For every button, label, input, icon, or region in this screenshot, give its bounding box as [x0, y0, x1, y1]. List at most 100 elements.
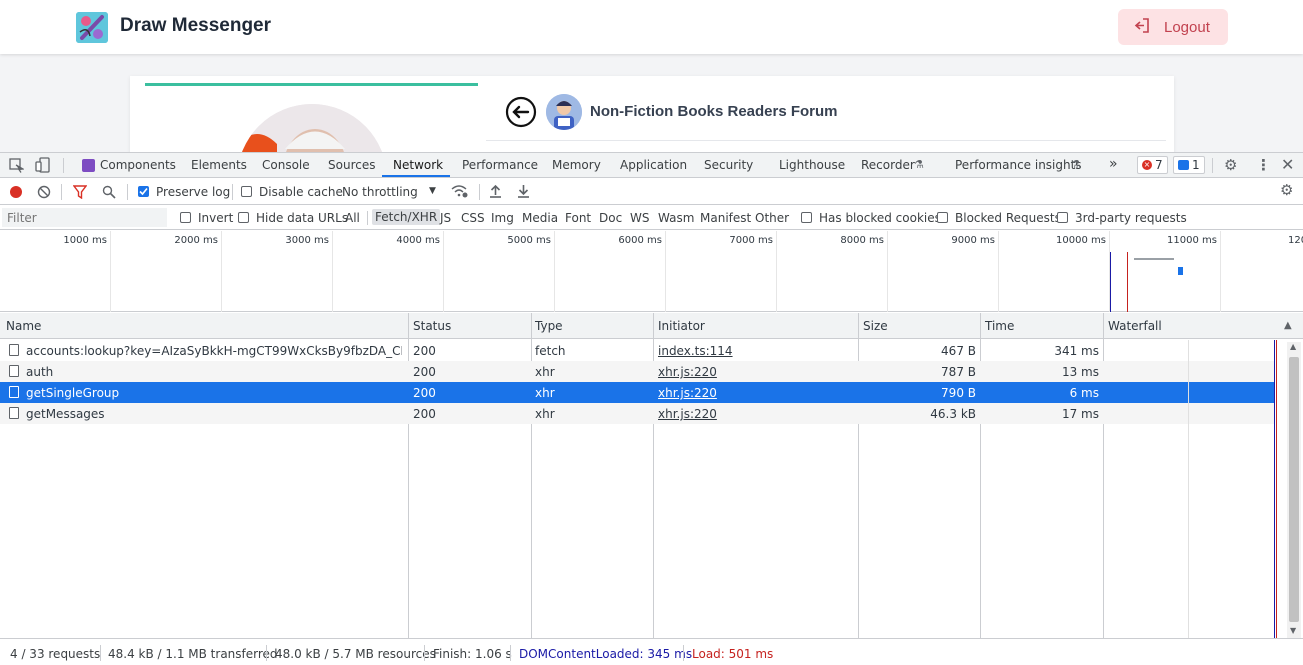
timeline-tick-label: 9000 ms: [951, 235, 995, 246]
type-filter-css[interactable]: CSS: [461, 211, 485, 225]
scroll-up-icon[interactable]: ▲: [1290, 342, 1296, 351]
type-filter-fetch-xhr[interactable]: Fetch/XHR: [372, 209, 441, 225]
close-devtools-icon[interactable]: ✕: [1281, 155, 1294, 174]
logout-button[interactable]: Logout: [1118, 9, 1228, 45]
tab-memory[interactable]: Memory: [552, 158, 601, 172]
more-options-icon[interactable]: ⋮: [1256, 156, 1271, 174]
table-row[interactable]: getSingleGroup 200 xhr xhr.js:220 790 B 6 ms: [0, 382, 1275, 403]
network-conditions-icon[interactable]: [451, 183, 469, 202]
column-type[interactable]: Type: [535, 319, 563, 333]
transferred-size: 48.4 kB / 1.1 MB transferred: [108, 647, 278, 661]
profile-panel: [145, 83, 478, 153]
type-filter-ws[interactable]: WS: [630, 211, 649, 225]
column-status[interactable]: Status: [413, 319, 451, 333]
network-settings-gear-icon[interactable]: ⚙: [1280, 181, 1293, 199]
blocked-requests-checkbox[interactable]: [937, 212, 948, 223]
filter-input[interactable]: [2, 208, 167, 227]
scroll-down-icon[interactable]: ▼: [1290, 626, 1296, 635]
timeline-tick-label: 3000 ms: [285, 235, 329, 246]
type-filter-js[interactable]: JS: [440, 211, 451, 225]
network-status-bar: 4 / 33 requests 48.4 kB / 1.1 MB transfe…: [0, 638, 1303, 665]
error-icon: ×: [1142, 160, 1152, 170]
back-arrow-icon[interactable]: [505, 96, 537, 128]
column-waterfall[interactable]: Waterfall: [1108, 319, 1162, 333]
logout-icon: [1134, 17, 1150, 38]
timeline-gridline: [887, 231, 888, 312]
table-row[interactable]: accounts:lookup?key=AIzaSyBkkH-mgCT99WxC…: [0, 340, 1275, 361]
disable-cache-label: Disable cache: [259, 185, 343, 199]
export-har-icon[interactable]: [517, 184, 530, 201]
hide-data-urls-checkbox[interactable]: [238, 212, 249, 223]
tab-lighthouse[interactable]: Lighthouse: [779, 158, 845, 172]
requests-scrollbar[interactable]: ▲ ▼: [1287, 342, 1301, 638]
device-toolbar-icon[interactable]: [35, 157, 50, 176]
timeline-gridline: [998, 231, 999, 312]
record-icon[interactable]: [10, 186, 22, 198]
type-filter-other[interactable]: Other: [755, 211, 789, 225]
tab-network[interactable]: Network: [393, 158, 443, 172]
filter-funnel-icon[interactable]: [72, 185, 88, 202]
throttling-select[interactable]: No throttling: [342, 185, 418, 199]
more-tabs-icon[interactable]: »: [1109, 156, 1118, 172]
request-initiator[interactable]: xhr.js:220: [658, 407, 848, 421]
network-overview-timeline[interactable]: 1000 ms 2000 ms 3000 ms 4000 ms 5000 ms 6000 …: [0, 231, 1303, 312]
column-size[interactable]: Size: [863, 319, 888, 333]
type-filter-img[interactable]: Img: [491, 211, 514, 225]
tab-security[interactable]: Security: [704, 158, 753, 172]
settings-gear-icon[interactable]: ⚙: [1224, 156, 1237, 174]
type-filter-doc[interactable]: Doc: [599, 211, 622, 225]
app-logo[interactable]: [76, 12, 108, 43]
tab-performance-insights[interactable]: Performance insights: [955, 158, 1082, 172]
request-type-icon: [9, 386, 19, 398]
tab-elements[interactable]: Elements: [191, 158, 247, 172]
table-row[interactable]: getMessages 200 xhr xhr.js:220 46.3 kB 17 ms: [0, 403, 1275, 424]
request-size: 467 B: [941, 344, 976, 358]
tab-components[interactable]: Components: [100, 158, 176, 172]
request-size: 787 B: [941, 365, 976, 379]
column-initiator[interactable]: Initiator: [658, 319, 705, 333]
scroll-thumb[interactable]: [1289, 357, 1299, 622]
import-har-icon[interactable]: [489, 184, 502, 201]
tab-performance[interactable]: Performance: [462, 158, 538, 172]
type-filter-manifest[interactable]: Manifest: [700, 211, 751, 225]
tab-recorder[interactable]: Recorder: [861, 158, 915, 172]
timeline-tick-label: 4000 ms: [396, 235, 440, 246]
search-icon[interactable]: [102, 185, 116, 202]
inspect-element-icon[interactable]: [9, 158, 26, 176]
type-filter-media[interactable]: Media: [522, 211, 558, 225]
third-party-checkbox[interactable]: [1057, 212, 1068, 223]
invert-checkbox[interactable]: [180, 212, 191, 223]
table-row[interactable]: auth 200 xhr xhr.js:220 787 B 13 ms: [0, 361, 1275, 382]
timeline-gridline: [665, 231, 666, 312]
request-initiator[interactable]: xhr.js:220: [658, 386, 848, 400]
blocked-requests-label: Blocked Requests: [955, 211, 1061, 225]
waterfall-load-line: [1276, 340, 1277, 638]
timeline-tick-label: 120: [1288, 235, 1303, 246]
dom-content-loaded-marker: [1110, 252, 1111, 312]
sort-ascending-icon[interactable]: ▲: [1284, 320, 1292, 331]
dom-content-loaded-time: DOMContentLoaded: 345 ms: [519, 647, 693, 661]
timeline-gridline: [332, 231, 333, 312]
type-filter-all[interactable]: All: [345, 211, 360, 225]
request-initiator[interactable]: index.ts:114: [658, 344, 848, 358]
request-status: 200: [413, 344, 436, 358]
request-type: xhr: [535, 386, 555, 400]
filter-row: Invert Hide data URLs All Fetch/XHR JS C…: [0, 206, 1303, 230]
tab-console[interactable]: Console: [262, 158, 310, 172]
request-initiator[interactable]: xhr.js:220: [658, 365, 848, 379]
type-filter-font[interactable]: Font: [565, 211, 591, 225]
disable-cache-checkbox[interactable]: [241, 186, 252, 197]
type-filter-wasm[interactable]: Wasm: [658, 211, 694, 225]
column-time[interactable]: Time: [985, 319, 1014, 333]
error-count-badge[interactable]: × 7: [1137, 156, 1168, 174]
preserve-log-checkbox[interactable]: [138, 186, 149, 197]
timeline-gridline: [1109, 231, 1110, 312]
has-blocked-cookies-checkbox[interactable]: [801, 212, 812, 223]
clear-icon[interactable]: [37, 185, 51, 202]
tab-sources[interactable]: Sources: [328, 158, 375, 172]
timeline-tick-label: 6000 ms: [618, 235, 662, 246]
tab-application[interactable]: Application: [620, 158, 687, 172]
message-count-badge[interactable]: 1: [1173, 156, 1205, 174]
request-type: xhr: [535, 407, 555, 421]
column-name[interactable]: Name: [6, 319, 41, 333]
